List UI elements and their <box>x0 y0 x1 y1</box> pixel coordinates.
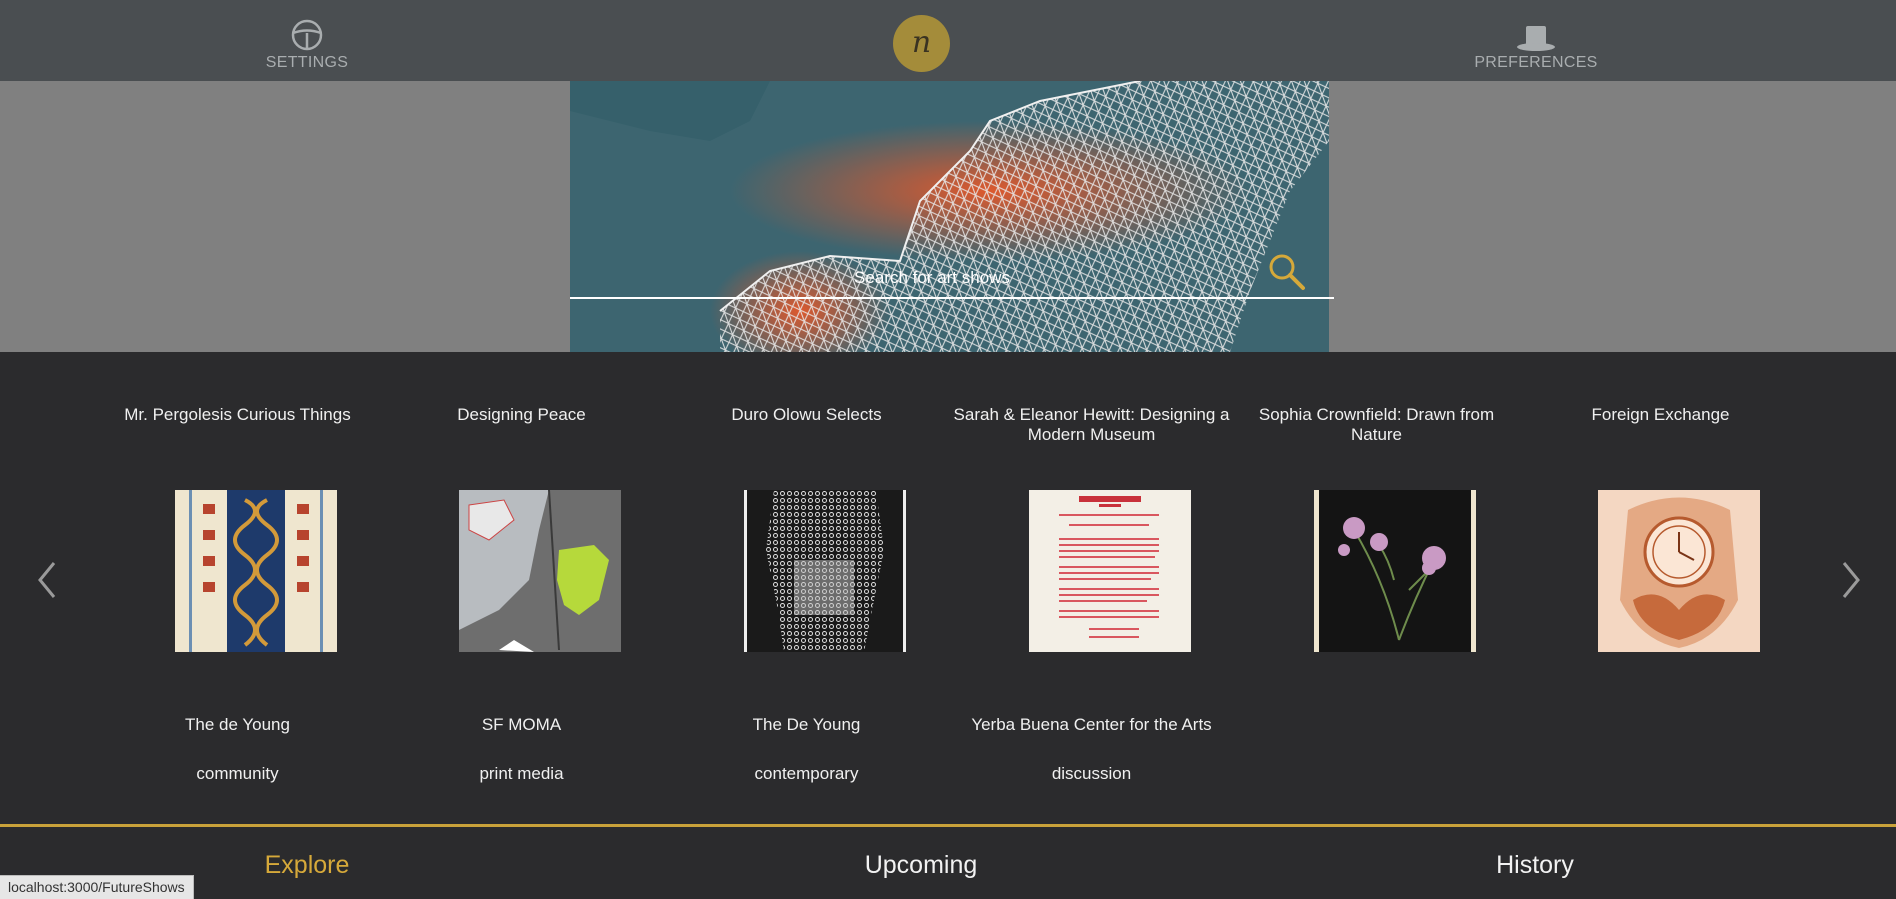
top-nav: SETTINGS n PREFERENCES <box>0 0 1896 81</box>
top-hat-icon <box>1517 26 1555 51</box>
show-title: Sarah & Eleanor Hewitt: Designing a Mode… <box>953 405 1230 444</box>
preferences-nav-button[interactable]: PREFERENCES <box>1456 18 1616 72</box>
show-tag: discussion <box>1051 764 1132 783</box>
footer-tabs: Explore Upcoming History <box>0 824 1896 899</box>
show-title: Mr. Pergolesis Curious Things <box>124 405 351 424</box>
search-bar[interactable] <box>570 251 1334 311</box>
show-thumbnail <box>744 490 906 652</box>
show-thumbnail <box>459 490 621 652</box>
show-thumbnail <box>1598 490 1760 652</box>
hero-banner <box>0 81 1896 352</box>
chevron-left-icon[interactable] <box>32 555 62 605</box>
steering-wheel-icon <box>291 19 323 51</box>
show-venue: The de Young <box>185 715 290 734</box>
settings-label: SETTINGS <box>265 54 349 71</box>
shows-carousel: Mr. Pergolesis Curious Things The de You… <box>0 352 1896 824</box>
chevron-right-icon[interactable] <box>1836 555 1866 605</box>
settings-nav-button[interactable]: SETTINGS <box>227 18 387 72</box>
show-title: Designing Peace <box>457 405 586 424</box>
logo-letter: n <box>911 25 932 60</box>
show-tag: contemporary <box>754 764 859 783</box>
logo[interactable]: n <box>893 15 950 72</box>
tab-upcoming[interactable]: Upcoming <box>771 851 1071 880</box>
tab-explore[interactable]: Explore <box>157 851 457 880</box>
search-icon[interactable] <box>1267 252 1307 292</box>
hero-artwork <box>570 81 1329 352</box>
show-title: Sophia Crownfield: Drawn from Nature <box>1258 405 1495 444</box>
show-thumbnail <box>1314 490 1476 652</box>
show-tag: community <box>196 764 279 783</box>
show-thumbnail <box>175 490 337 652</box>
show-title: Foreign Exchange <box>1591 405 1730 424</box>
browser-status-url: localhost:3000/FutureShows <box>0 875 194 899</box>
show-venue: The De Young <box>752 715 861 734</box>
show-thumbnail <box>1029 490 1191 652</box>
search-input[interactable] <box>570 259 1334 299</box>
tab-history[interactable]: History <box>1385 851 1685 880</box>
show-tag: print media <box>479 764 564 783</box>
preferences-label: PREFERENCES <box>1474 54 1598 71</box>
show-title: Duro Olowu Selects <box>731 405 882 424</box>
show-venue: Yerba Buena Center for the Arts <box>971 715 1212 734</box>
show-venue: SF MOMA <box>481 715 562 734</box>
